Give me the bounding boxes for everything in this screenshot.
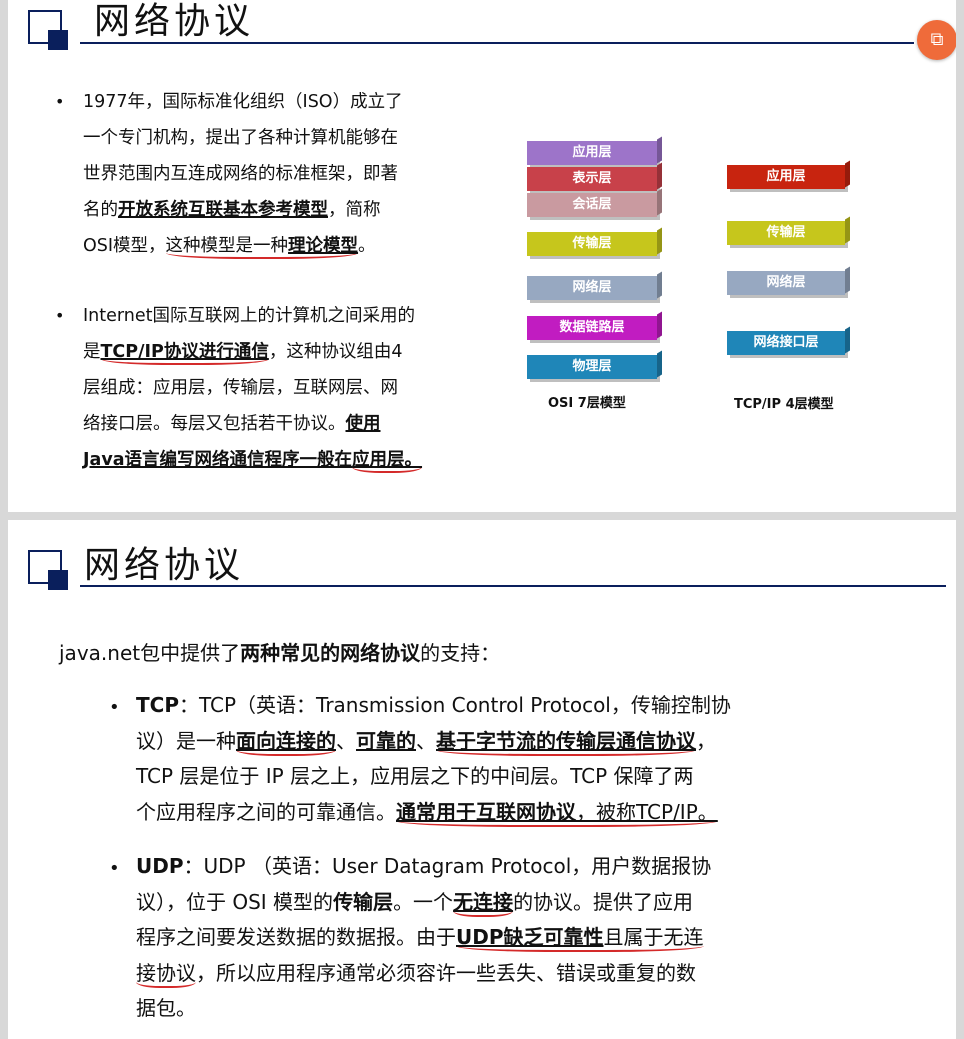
bullet-dot: • (109, 697, 120, 718)
slideshow-icon[interactable]: ⧉ (917, 20, 956, 60)
bullet-osi: 1977年，国际标准化组织（ISO）成立了 一个专门机构，提出了各种计算机能够在… (83, 84, 483, 264)
osi-model-label: OSI 7层模型 (548, 396, 626, 411)
bullet-tcpip: Internet国际互联网上的计算机之间采用的 是TCP/IP协议进行通信，这种… (83, 298, 483, 478)
osi-layer-transport: 传输层 (527, 232, 657, 256)
slide-1: 网络协议 ⧉ • 1977年，国际标准化组织（ISO）成立了 一个专门机构，提出… (8, 0, 956, 512)
osi-layer-presentation: 表示层 (527, 167, 657, 191)
osi-layer-network: 网络层 (527, 276, 657, 300)
bullet-dot: • (55, 306, 65, 325)
title-divider (80, 585, 946, 587)
osi-layer-datalink: 数据链路层 (527, 316, 657, 340)
page-title: 网络协议 (94, 1, 255, 42)
title-divider (80, 42, 914, 44)
tcp-layer-network: 网络层 (727, 271, 845, 295)
tcp-model-label: TCP/IP 4层模型 (734, 397, 834, 412)
udp-paragraph: UDP：UDP （英语：User Datagram Protocol，用户数据报… (136, 854, 712, 1020)
page-title: 网络协议 (84, 545, 245, 586)
intro-text: java.net包中提供了两种常见的网络协议的支持： (59, 641, 501, 665)
tcp-layer-application: 应用层 (727, 165, 845, 189)
tcp-layer-transport: 传输层 (727, 221, 845, 245)
tcp-paragraph: TCP：TCP（英语：Transmission Control Protocol… (136, 688, 836, 830)
osi-layer-application: 应用层 (527, 141, 657, 165)
bullet-dot: • (55, 92, 65, 111)
tcp-layer-interface: 网络接口层 (727, 331, 845, 355)
osi-layer-physical: 物理层 (527, 355, 657, 379)
bullet-dot: • (109, 858, 120, 879)
slide-2: 网络协议 java.net包中提供了两种常见的网络协议的支持： • TCP：TC… (8, 520, 956, 1039)
osi-layer-session: 会话层 (527, 193, 657, 217)
